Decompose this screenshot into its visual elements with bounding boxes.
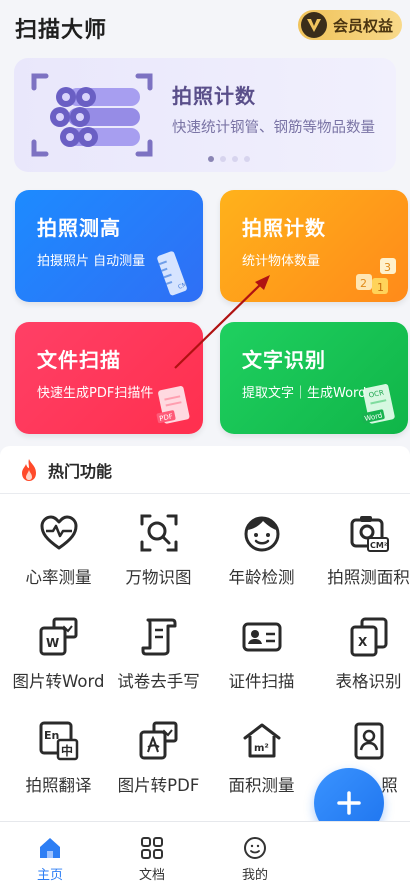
grid-icon — [141, 837, 163, 859]
func-photo-area[interactable]: CM² 拍照测面积 — [317, 512, 410, 602]
svg-text:中: 中 — [61, 743, 73, 758]
card-photo-count[interactable]: 拍照计数 统计物体数量 2 3 1 — [220, 190, 408, 302]
func-label: 试卷去手写 — [117, 672, 200, 691]
nav-label: 文档 — [138, 868, 165, 883]
card-text-recognition[interactable]: 文字识别 提取文字｜生成Word OCR Word — [220, 322, 408, 434]
id-card-icon — [242, 622, 281, 652]
bottom-navigation: 主页 文档 我的 — [0, 821, 410, 894]
func-id-scan[interactable]: 证件扫描 — [210, 616, 313, 706]
banner-subtitle: 快速统计钢管、钢筋等物品数量 — [172, 120, 375, 136]
scroll-icon — [141, 618, 176, 656]
nav-documents[interactable]: 文档 — [122, 836, 182, 886]
svg-text:m²: m² — [254, 743, 269, 754]
id-photo-icon — [354, 722, 383, 760]
card-subtitle: 提取文字｜生成Word — [242, 386, 367, 401]
ruler-icon: CM — [157, 251, 188, 296]
pipes-illustration-icon — [31, 73, 153, 157]
number-blocks-icon: 2 3 1 — [356, 258, 396, 294]
pagination-dot — [244, 156, 250, 162]
plus-icon — [337, 791, 361, 815]
card-title: 文件扫描 — [37, 348, 121, 372]
ocr-word-icon: OCR Word — [361, 384, 395, 424]
card-file-scan[interactable]: 文件扫描 快速生成PDF扫描件 PDF — [15, 322, 203, 434]
svg-text:1: 1 — [377, 281, 384, 294]
fire-icon — [22, 458, 36, 481]
nav-profile[interactable]: 我的 — [225, 836, 285, 886]
pagination-dot — [208, 156, 214, 162]
card-subtitle: 拍摄照片 自动测量 — [37, 254, 146, 269]
svg-text:3: 3 — [384, 261, 391, 274]
home-icon — [40, 838, 60, 858]
card-photo-height[interactable]: 拍照测高 拍摄照片 自动测量 CM — [15, 190, 203, 302]
card-title: 拍照测高 — [37, 216, 121, 240]
func-label: 年龄检测 — [228, 568, 295, 587]
card-subtitle: 统计物体数量 — [242, 254, 321, 269]
svg-text:X: X — [358, 635, 368, 649]
func-remove-handwriting[interactable]: 试卷去手写 — [107, 616, 210, 706]
promo-banner[interactable]: 拍照计数 快速统计钢管、钢筋等物品数量 — [14, 58, 396, 172]
camera-area-icon: CM² — [350, 516, 389, 552]
func-label: 拍照翻译 — [25, 776, 92, 795]
app-header: 扫描大师 会员权益 — [0, 0, 410, 52]
func-image-recognition[interactable]: 万物识图 — [107, 512, 210, 602]
nav-label: 主页 — [36, 868, 63, 883]
nav-label: 我的 — [241, 868, 268, 883]
image-search-icon — [140, 514, 177, 552]
hot-functions-header: 热门功能 — [0, 446, 410, 494]
pagination-dot — [220, 156, 226, 162]
vip-v-icon — [301, 12, 327, 38]
svg-text:En: En — [44, 729, 59, 742]
vip-label: 会员权益 — [333, 16, 394, 35]
svg-text:2: 2 — [360, 277, 367, 290]
func-label: 表格识别 — [335, 672, 402, 691]
hot-functions-title: 热门功能 — [48, 461, 113, 481]
banner-pagination — [208, 156, 250, 162]
word-image-icon: W — [39, 617, 77, 656]
heart-pulse-icon — [40, 515, 77, 550]
card-title: 文字识别 — [242, 348, 326, 372]
pdf-image-icon — [139, 721, 177, 760]
hot-functions-panel: 热门功能 心率测量 万物识图 年龄检测 CM² 拍照测面积 W 图片转Word … — [0, 446, 410, 821]
card-subtitle: 快速生成PDF扫描件 — [37, 386, 154, 401]
func-label: 图片转PDF — [117, 776, 200, 795]
func-label: 面积测量 — [228, 776, 295, 795]
func-area-measure[interactable]: m² 面积测量 — [210, 720, 313, 810]
func-label: 证件扫描 — [228, 672, 295, 691]
excel-icon: X — [350, 617, 387, 657]
svg-text:CM²: CM² — [370, 541, 388, 550]
house-area-icon: m² — [243, 723, 280, 758]
smiley-user-icon — [244, 837, 266, 859]
pdf-document-icon: PDF — [156, 386, 190, 424]
func-label: 心率测量 — [25, 568, 92, 587]
vip-benefits-button[interactable]: 会员权益 — [298, 10, 402, 40]
card-title: 拍照计数 — [242, 216, 326, 240]
func-label: 图片转Word — [12, 672, 105, 691]
app-title: 扫描大师 — [15, 18, 108, 43]
func-heart-rate[interactable]: 心率测量 — [7, 512, 110, 602]
func-label: 万物识图 — [125, 568, 192, 587]
banner-title: 拍照计数 — [172, 84, 256, 108]
func-age-detection[interactable]: 年龄检测 — [210, 512, 313, 602]
func-image-to-word[interactable]: W 图片转Word — [7, 616, 110, 706]
func-photo-translate[interactable]: En 中 拍照翻译 — [7, 720, 110, 810]
translate-icon: En 中 — [39, 721, 78, 761]
func-image-to-pdf[interactable]: 图片转PDF — [107, 720, 210, 810]
func-table-recognition[interactable]: X 表格识别 — [317, 616, 410, 706]
func-label: 拍照测面积 — [327, 568, 410, 587]
face-icon — [244, 516, 279, 552]
svg-text:W: W — [46, 636, 59, 650]
pagination-dot — [232, 156, 238, 162]
nav-home[interactable]: 主页 — [20, 836, 80, 886]
